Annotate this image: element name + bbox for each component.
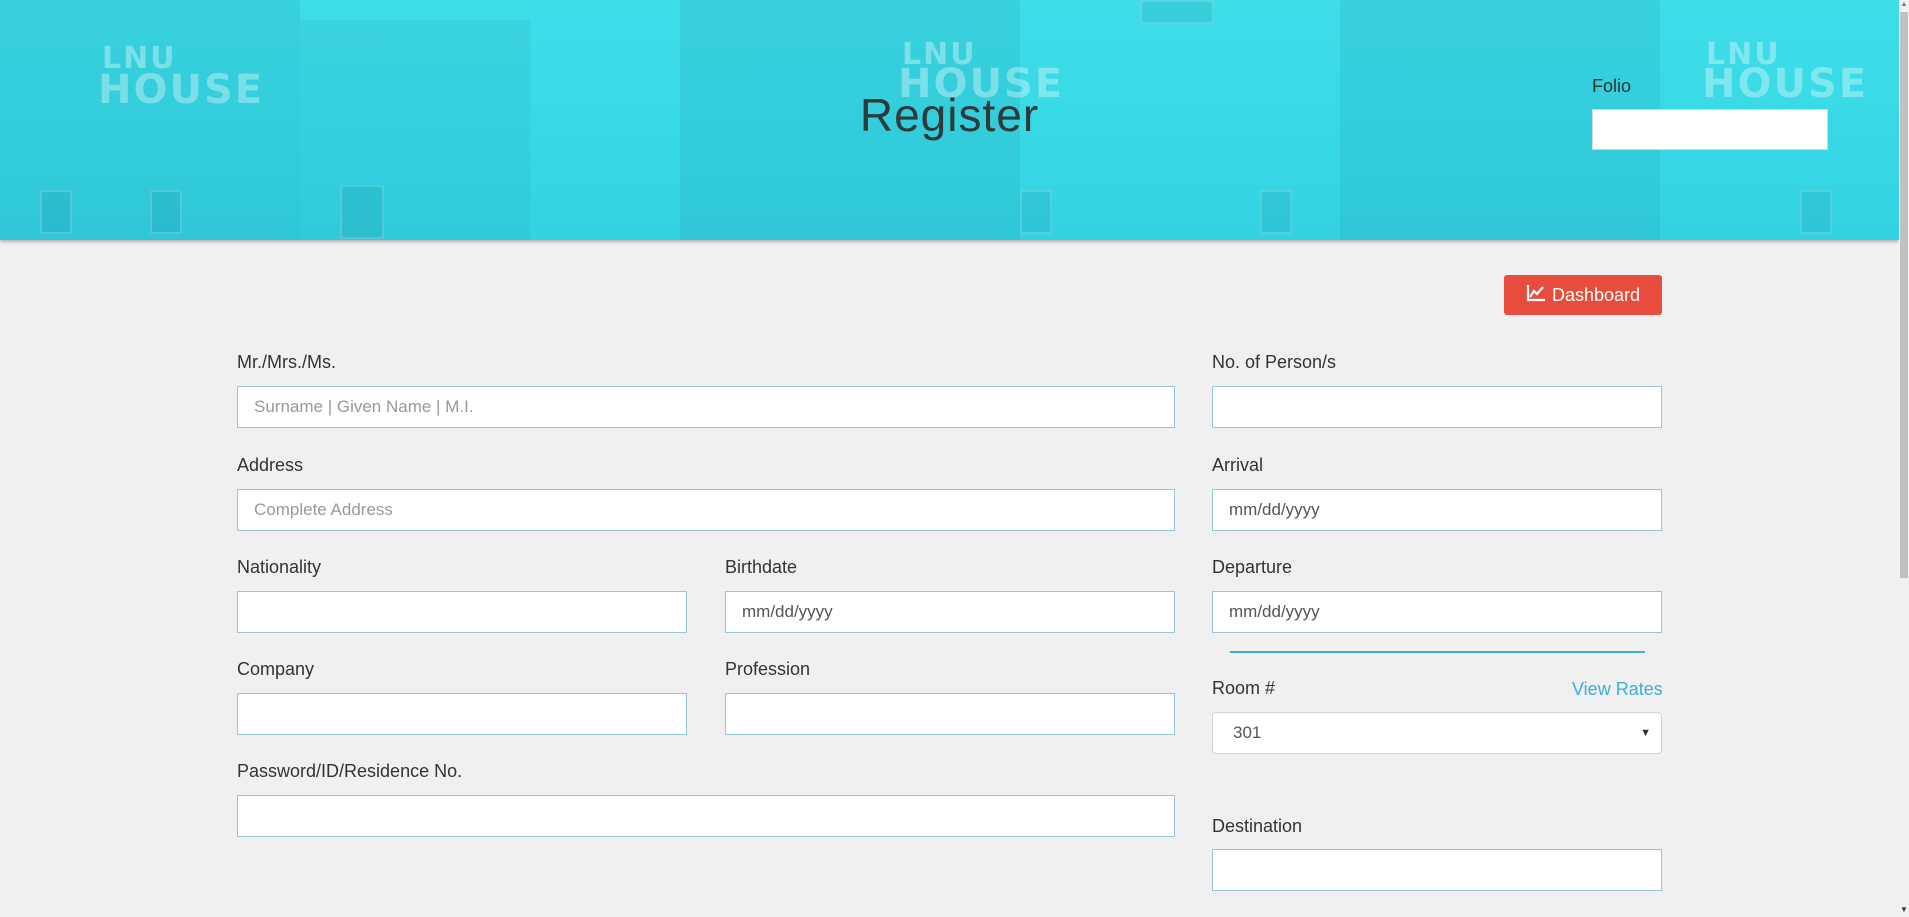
folio-input[interactable]	[1592, 109, 1828, 150]
persons-label: No. of Person/s	[1212, 352, 1337, 372]
dashboard-button[interactable]: Dashboard	[1504, 275, 1662, 315]
nationality-input[interactable]	[237, 591, 687, 633]
company-input[interactable]	[237, 693, 687, 735]
departure-input[interactable]: mm/dd/yyyy	[1212, 591, 1662, 633]
name-label: Mr./Mrs./Ms.	[237, 352, 336, 372]
departure-label: Departure	[1212, 557, 1293, 577]
address-input[interactable]: Complete Address	[237, 489, 1175, 531]
banner-window	[1800, 190, 1832, 234]
name-input[interactable]: Surname | Given Name | M.I.	[237, 386, 1175, 428]
vertical-scrollbar[interactable]: ▲ ▼	[1899, 0, 1909, 917]
banner-window	[1260, 190, 1292, 234]
password-id-input[interactable]	[237, 795, 1175, 837]
birthdate-input[interactable]: mm/dd/yyyy	[725, 591, 1175, 633]
banner-window	[150, 190, 182, 234]
profession-label: Profession	[725, 659, 811, 679]
scrollbar-thumb[interactable]	[1900, 12, 1908, 578]
arrival-input[interactable]: mm/dd/yyyy	[1212, 489, 1662, 531]
profession-input[interactable]	[725, 693, 1175, 735]
room-select[interactable]: 301 ▼	[1212, 712, 1662, 754]
persons-input[interactable]	[1212, 386, 1662, 428]
arrival-label: Arrival	[1212, 455, 1264, 475]
banner-window	[40, 190, 72, 234]
destination-label: Destination	[1212, 816, 1303, 836]
line-chart-icon	[1526, 284, 1546, 307]
chevron-down-icon: ▼	[1640, 727, 1651, 739]
scroll-up-arrow-icon[interactable]: ▲	[1900, 0, 1908, 10]
banner-window	[1140, 0, 1214, 24]
room-select-value: 301	[1233, 723, 1262, 742]
header-banner: LNU HOUSE LNU HOUSE LNU HOUSE Register F…	[0, 0, 1899, 240]
company-label: Company	[237, 659, 315, 679]
destination-input[interactable]	[1212, 849, 1662, 891]
folio-label: Folio	[1592, 76, 1632, 96]
section-divider	[1230, 651, 1645, 653]
banner-window	[340, 185, 384, 239]
dashboard-label: Dashboard	[1551, 284, 1641, 305]
password-id-label: Password/ID/Residence No.	[237, 761, 463, 781]
address-label: Address	[237, 455, 304, 475]
scroll-down-arrow-icon[interactable]: ▼	[1900, 905, 1908, 915]
banner-window	[1020, 190, 1052, 234]
room-label: Room #	[1212, 678, 1276, 698]
birthdate-label: Birthdate	[725, 557, 798, 577]
nationality-label: Nationality	[237, 557, 322, 577]
view-rates-link[interactable]: View Rates	[1572, 679, 1663, 700]
